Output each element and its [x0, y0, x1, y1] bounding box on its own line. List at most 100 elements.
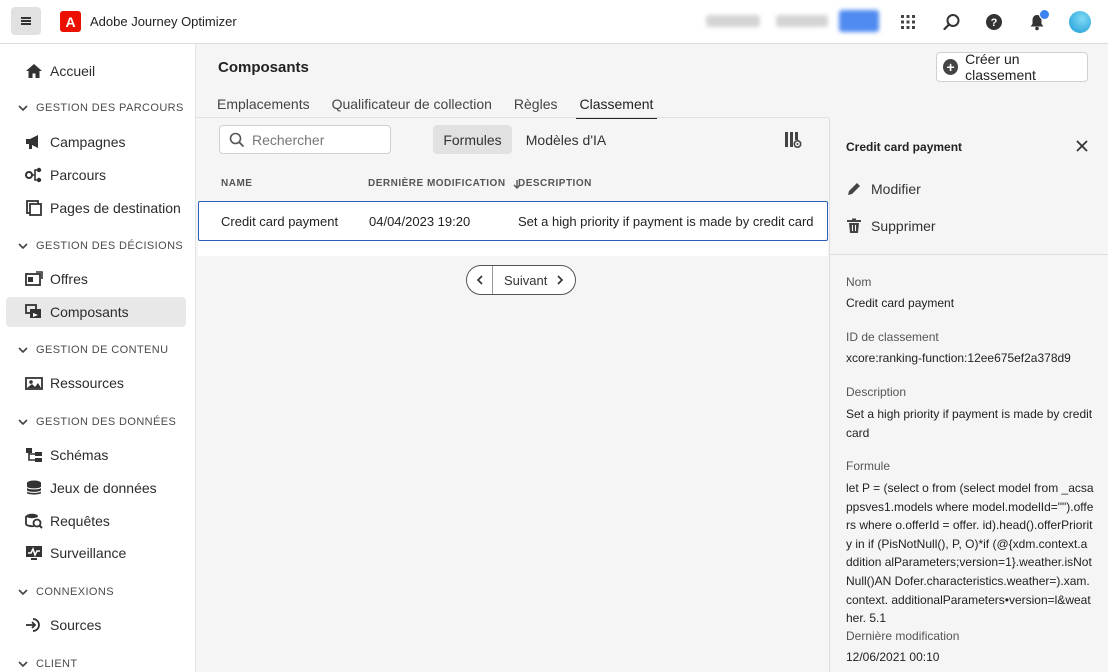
menu-toggle-button[interactable]: [11, 7, 41, 35]
formulas-toggle[interactable]: Formules: [433, 125, 512, 154]
org-switcher[interactable]: [706, 15, 760, 27]
delete-button[interactable]: Supprimer: [846, 218, 936, 234]
tab-qualificateur[interactable]: Qualificateur de collection: [332, 90, 492, 118]
sidebar-item-surveillance[interactable]: Surveillance: [6, 538, 186, 568]
chevron-down-icon: [18, 589, 28, 596]
previous-page-button[interactable]: [467, 266, 493, 294]
schema-icon: [25, 446, 43, 464]
sidebar-item-label: Accueil: [50, 63, 96, 79]
tab-regles[interactable]: Règles: [514, 90, 558, 118]
section-gestion-contenu[interactable]: GESTION DE CONTENU: [18, 344, 169, 356]
notification-badge: [1039, 9, 1050, 20]
sidebar-item-pages-destination[interactable]: Pages de destination: [6, 193, 186, 223]
tab-emplacements[interactable]: Emplacements: [217, 90, 310, 118]
chevron-down-icon: [18, 661, 28, 668]
components-icon: [25, 303, 43, 321]
sidebar-item-label: Offres: [50, 271, 88, 287]
trash-icon: [846, 218, 862, 234]
chevron-down-icon: [18, 243, 28, 250]
modified-value: 12/06/2021 00:10: [846, 650, 940, 664]
sandbox-switcher[interactable]: [776, 15, 828, 27]
journey-icon: [25, 166, 43, 184]
sidebar-item-jeux-donnees[interactable]: Jeux de données: [6, 473, 186, 503]
sidebar-item-parcours[interactable]: Parcours: [6, 160, 186, 190]
monitoring-icon: [25, 544, 43, 562]
sidebar-item-label: Composants: [50, 304, 129, 320]
ai-models-toggle[interactable]: Modèles d'IA: [521, 125, 611, 154]
section-client[interactable]: CLIENT: [18, 658, 78, 670]
section-gestion-parcours[interactable]: GESTION DES PARCOURS: [18, 102, 184, 114]
table-row[interactable]: Credit card payment 04/04/2023 19:20 Set…: [198, 201, 828, 241]
create-ranking-button[interactable]: + Créer un classement: [936, 51, 1088, 83]
sidebar: Accueil GESTION DES PARCOURS Campagnes P…: [0, 44, 196, 672]
cell-modified: 04/04/2023 19:20: [369, 214, 471, 229]
column-header-modified[interactable]: DERNIÈRE MODIFICATION: [368, 178, 522, 189]
sidebar-item-ressources[interactable]: Ressources: [6, 368, 186, 398]
column-header-name[interactable]: NAME: [221, 178, 252, 189]
column-header-description[interactable]: DESCRIPTION: [518, 178, 592, 189]
name-value: Credit card payment: [846, 296, 955, 310]
sidebar-item-label: Campagnes: [50, 134, 126, 150]
table-body-bg: [198, 241, 828, 256]
edit-button[interactable]: Modifier: [846, 181, 921, 197]
component-tabs: Emplacements Qualificateur de collection…: [217, 90, 675, 119]
avatar[interactable]: [1069, 11, 1091, 33]
cell-description: Set a high priority if payment is made b…: [518, 214, 814, 229]
chevron-down-icon: [18, 419, 28, 426]
sources-icon: [25, 616, 43, 634]
pencil-icon: [846, 181, 862, 197]
id-value: xcore:ranking-function:12ee675ef2a378d9: [846, 351, 1071, 365]
panel-divider: [830, 254, 1108, 255]
sidebar-item-label: Sources: [50, 617, 102, 633]
section-gestion-donnees[interactable]: GESTION DES DONNÉES: [18, 416, 176, 428]
page-title: Composants: [218, 59, 309, 76]
cell-name: Credit card payment: [221, 214, 339, 229]
megaphone-icon: [25, 133, 43, 151]
apps-grid-icon[interactable]: [897, 11, 919, 33]
section-label: CONNEXIONS: [36, 586, 114, 598]
search-input[interactable]: [252, 131, 372, 148]
section-gestion-decisions[interactable]: GESTION DES DÉCISIONS: [18, 240, 183, 252]
chevron-right-icon[interactable]: [556, 275, 564, 285]
section-connexions[interactable]: CONNEXIONS: [18, 586, 114, 598]
close-icon[interactable]: [1075, 139, 1089, 153]
svg-text:?: ?: [991, 17, 998, 29]
sidebar-item-label: Requêtes: [50, 513, 110, 529]
formula-label: Formule: [846, 459, 891, 473]
sidebar-item-accueil[interactable]: Accueil: [6, 56, 186, 86]
query-icon: [25, 512, 43, 530]
sidebar-item-composants[interactable]: Composants: [6, 297, 186, 327]
details-panel: Credit card payment Modifier Supprimer N…: [829, 118, 1108, 672]
pagination: Suivant: [466, 265, 576, 295]
section-label: GESTION DE CONTENU: [36, 344, 169, 356]
next-page-label[interactable]: Suivant: [504, 273, 547, 288]
section-label: GESTION DES PARCOURS: [36, 102, 184, 114]
tabs-divider: [196, 117, 829, 118]
hamburger-icon: [21, 17, 31, 25]
app-title: Adobe Journey Optimizer: [90, 14, 237, 29]
help-icon[interactable]: ?: [983, 11, 1005, 33]
pages-icon: [25, 199, 43, 217]
sidebar-item-requetes[interactable]: Requêtes: [6, 506, 186, 536]
sidebar-item-label: Pages de destination: [50, 200, 181, 216]
database-icon: [25, 479, 43, 497]
formula-value: let P = (select o from (select model fro…: [846, 481, 1094, 626]
sidebar-item-sources[interactable]: Sources: [6, 610, 186, 640]
search-icon[interactable]: [941, 11, 963, 33]
id-label: ID de classement: [846, 330, 939, 344]
sidebar-item-campagnes[interactable]: Campagnes: [6, 127, 186, 157]
sidebar-item-label: Jeux de données: [50, 480, 157, 496]
chevron-down-icon: [18, 347, 28, 354]
panel-title: Credit card payment: [846, 140, 963, 154]
sidebar-item-offres[interactable]: Offres: [6, 264, 186, 294]
add-circle-icon: +: [943, 59, 959, 75]
create-ranking-label: Créer un classement: [965, 51, 1036, 83]
column-settings-icon[interactable]: [784, 131, 802, 149]
adobe-logo: A: [60, 11, 81, 32]
search-field[interactable]: [219, 125, 391, 154]
sidebar-item-label: Parcours: [50, 167, 107, 183]
sidebar-item-schemas[interactable]: Schémas: [6, 440, 186, 470]
environment-badge[interactable]: [839, 10, 879, 32]
assets-icon: [25, 374, 43, 392]
tab-classement[interactable]: Classement: [575, 90, 658, 119]
